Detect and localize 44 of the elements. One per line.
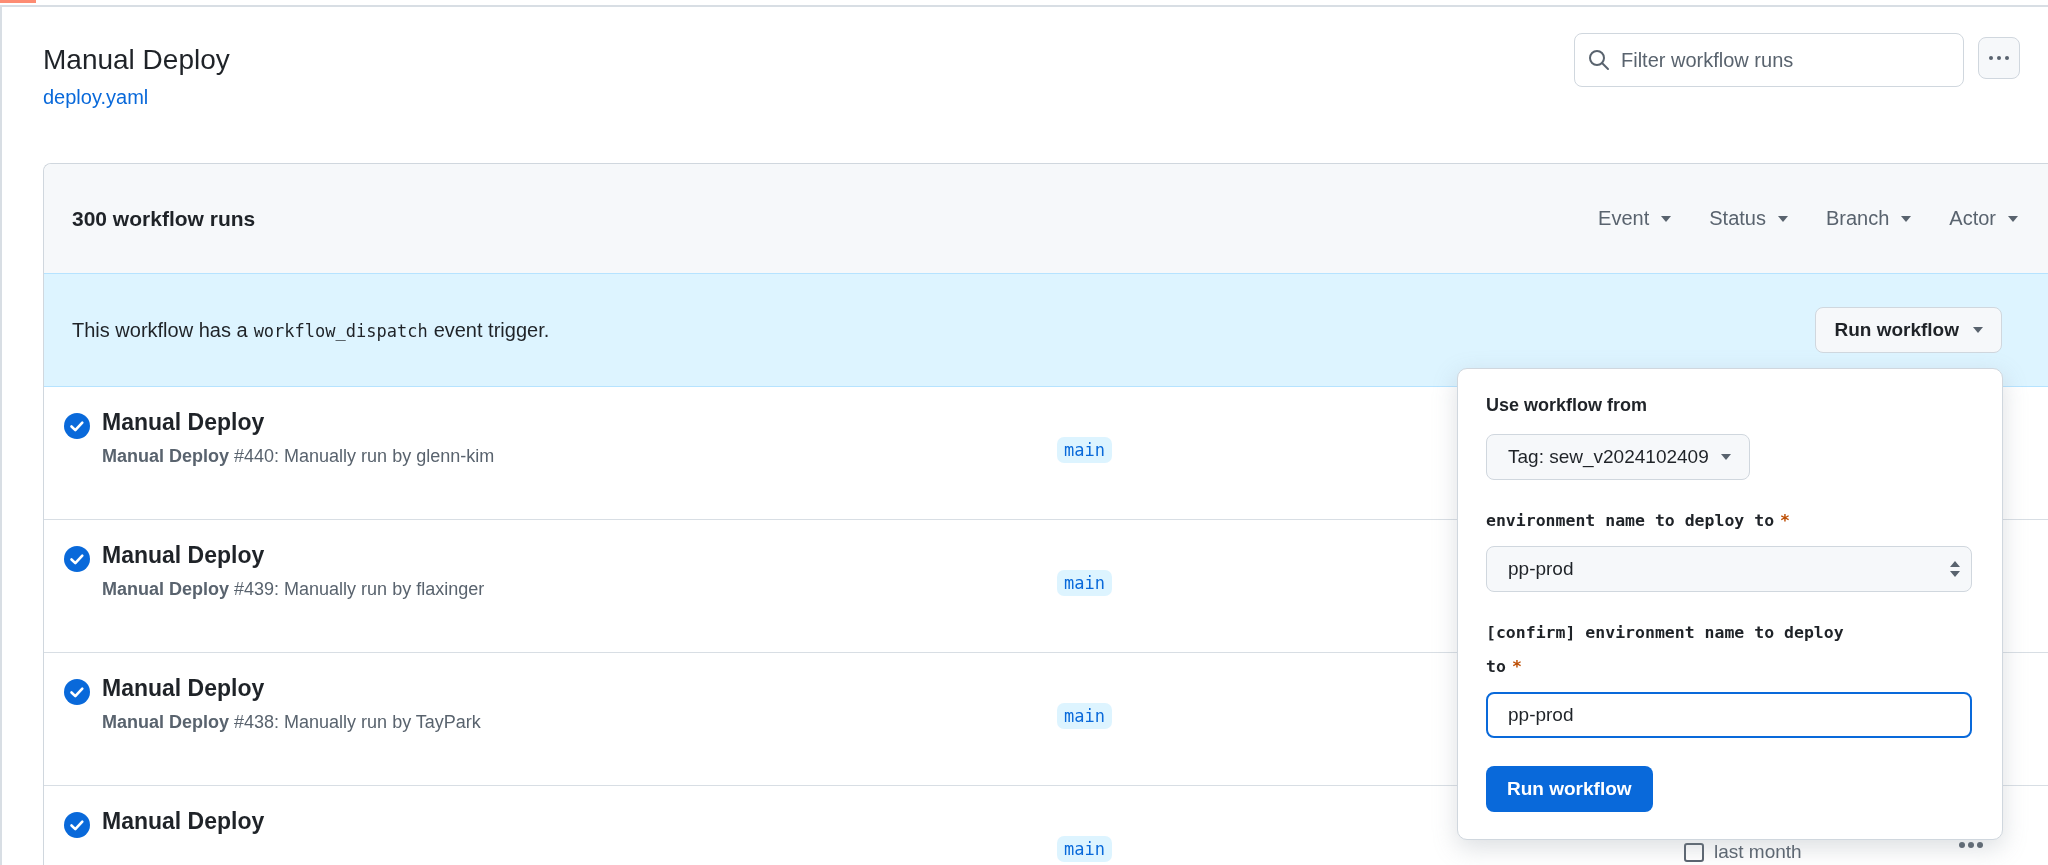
kebab-icon	[1989, 56, 2009, 60]
run-title[interactable]: Manual Deploy	[102, 675, 1057, 702]
run-title[interactable]: Manual Deploy	[102, 542, 1057, 569]
environment-select[interactable]: pp-prod	[1486, 546, 1972, 592]
run-workflow-button[interactable]: Run workflow	[1486, 766, 1653, 812]
run-workflow-dropdown[interactable]: Run workflow	[1815, 307, 2002, 353]
success-icon	[64, 413, 90, 439]
runs-count: 300 workflow runs	[72, 206, 256, 231]
success-icon	[64, 546, 90, 572]
ref-selector[interactable]: Tag: sew_v2024102409	[1486, 434, 1750, 480]
run-description: Manual Deploy #440: Manually run by glenn-kim	[102, 446, 496, 467]
filter-dropdown[interactable]: Event	[1598, 207, 1672, 230]
more-button[interactable]	[1978, 37, 2020, 79]
kebab-icon[interactable]	[1959, 842, 1983, 848]
filter-dropdown[interactable]: Status	[1709, 207, 1788, 230]
success-icon	[64, 812, 90, 838]
caret-icon	[2008, 215, 2018, 222]
popover-heading: Use workflow from	[1486, 395, 1649, 416]
filter-dropdown[interactable]: Branch	[1825, 207, 1912, 230]
caret-icon	[1777, 215, 1788, 222]
banner-text: This workflow has a workflow_dispatch event trigger.	[72, 318, 550, 342]
field-label: [confirm] environment name to deploy to *	[1486, 622, 1845, 678]
field-label: environment name to deploy to *	[1486, 510, 1792, 532]
caret-icon	[1720, 454, 1731, 460]
environment-input[interactable]: pp-prod	[1486, 692, 1972, 738]
run-title[interactable]: Manual Deploy	[102, 808, 1057, 835]
run-title[interactable]: Manual Deploy	[102, 409, 1057, 436]
branch-label[interactable]: main	[1057, 570, 1112, 596]
branch-label[interactable]: main	[1057, 703, 1112, 729]
caret-icon	[1661, 215, 1672, 222]
tab-indicator	[0, 0, 36, 3]
run-time: last month	[1714, 841, 1802, 863]
branch-label[interactable]: main	[1057, 437, 1112, 463]
page-title: Manual Deploy	[43, 44, 230, 76]
run-description: Manual Deploy #439: Manually run by flaxinger	[102, 579, 486, 600]
run-description: Manual Deploy #438: Manually run by TayPark	[102, 712, 482, 733]
success-icon	[64, 679, 90, 705]
caret-icon	[1973, 327, 1983, 333]
branch-label[interactable]: main	[1057, 836, 1112, 862]
filter-field[interactable]: Filter workflow runs	[1574, 33, 1964, 87]
caret-icon	[1901, 215, 1912, 222]
workflow-file-link[interactable]: deploy.yaml	[43, 86, 149, 109]
filter-dropdown[interactable]: Actor	[1949, 207, 2018, 230]
sort-icon	[1949, 560, 1961, 578]
